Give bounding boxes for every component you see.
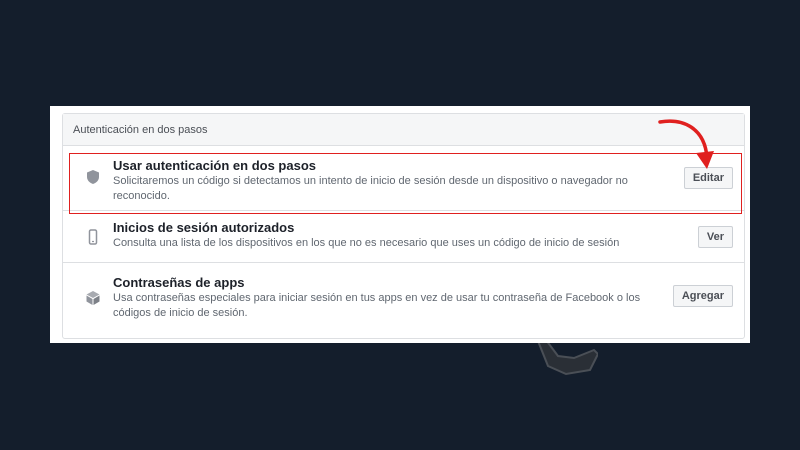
view-button[interactable]: Ver <box>697 226 733 248</box>
cube-icon <box>85 290 101 306</box>
add-button[interactable]: Agregar <box>672 285 733 307</box>
row-title: Usar autenticación en dos pasos <box>113 158 317 173</box>
row-text: Contraseñas de apps Usa contraseñas espe… <box>113 275 649 321</box>
row-text: Inicios de sesión autorizados Consulta u… <box>113 220 649 251</box>
phone-icon <box>85 229 101 245</box>
row-title: Inicios de sesión autorizados <box>113 220 295 235</box>
red-arrow-annotation <box>658 119 714 169</box>
row-text: Usar autenticación en dos pasos Solicita… <box>113 158 649 204</box>
row-title: Contraseñas de apps <box>113 275 245 290</box>
screenshot-panel: Autenticación en dos pasos Usar autentic… <box>50 106 750 343</box>
shield-icon <box>85 169 101 185</box>
row-description: Consulta una lista de los dispositivos e… <box>113 237 620 249</box>
two-factor-card: Autenticación en dos pasos Usar autentic… <box>62 113 745 339</box>
row-two-factor: Usar autenticación en dos pasos Solicita… <box>63 146 744 211</box>
row-authorized-logins: Inicios de sesión autorizados Consulta u… <box>63 211 744 263</box>
row-app-passwords: Contraseñas de apps Usa contraseñas espe… <box>63 263 744 335</box>
row-description: Usa contraseñas especiales para iniciar … <box>113 292 641 319</box>
row-description: Solicitaremos un código si detectamos un… <box>113 175 628 202</box>
section-header: Autenticación en dos pasos <box>63 114 744 146</box>
